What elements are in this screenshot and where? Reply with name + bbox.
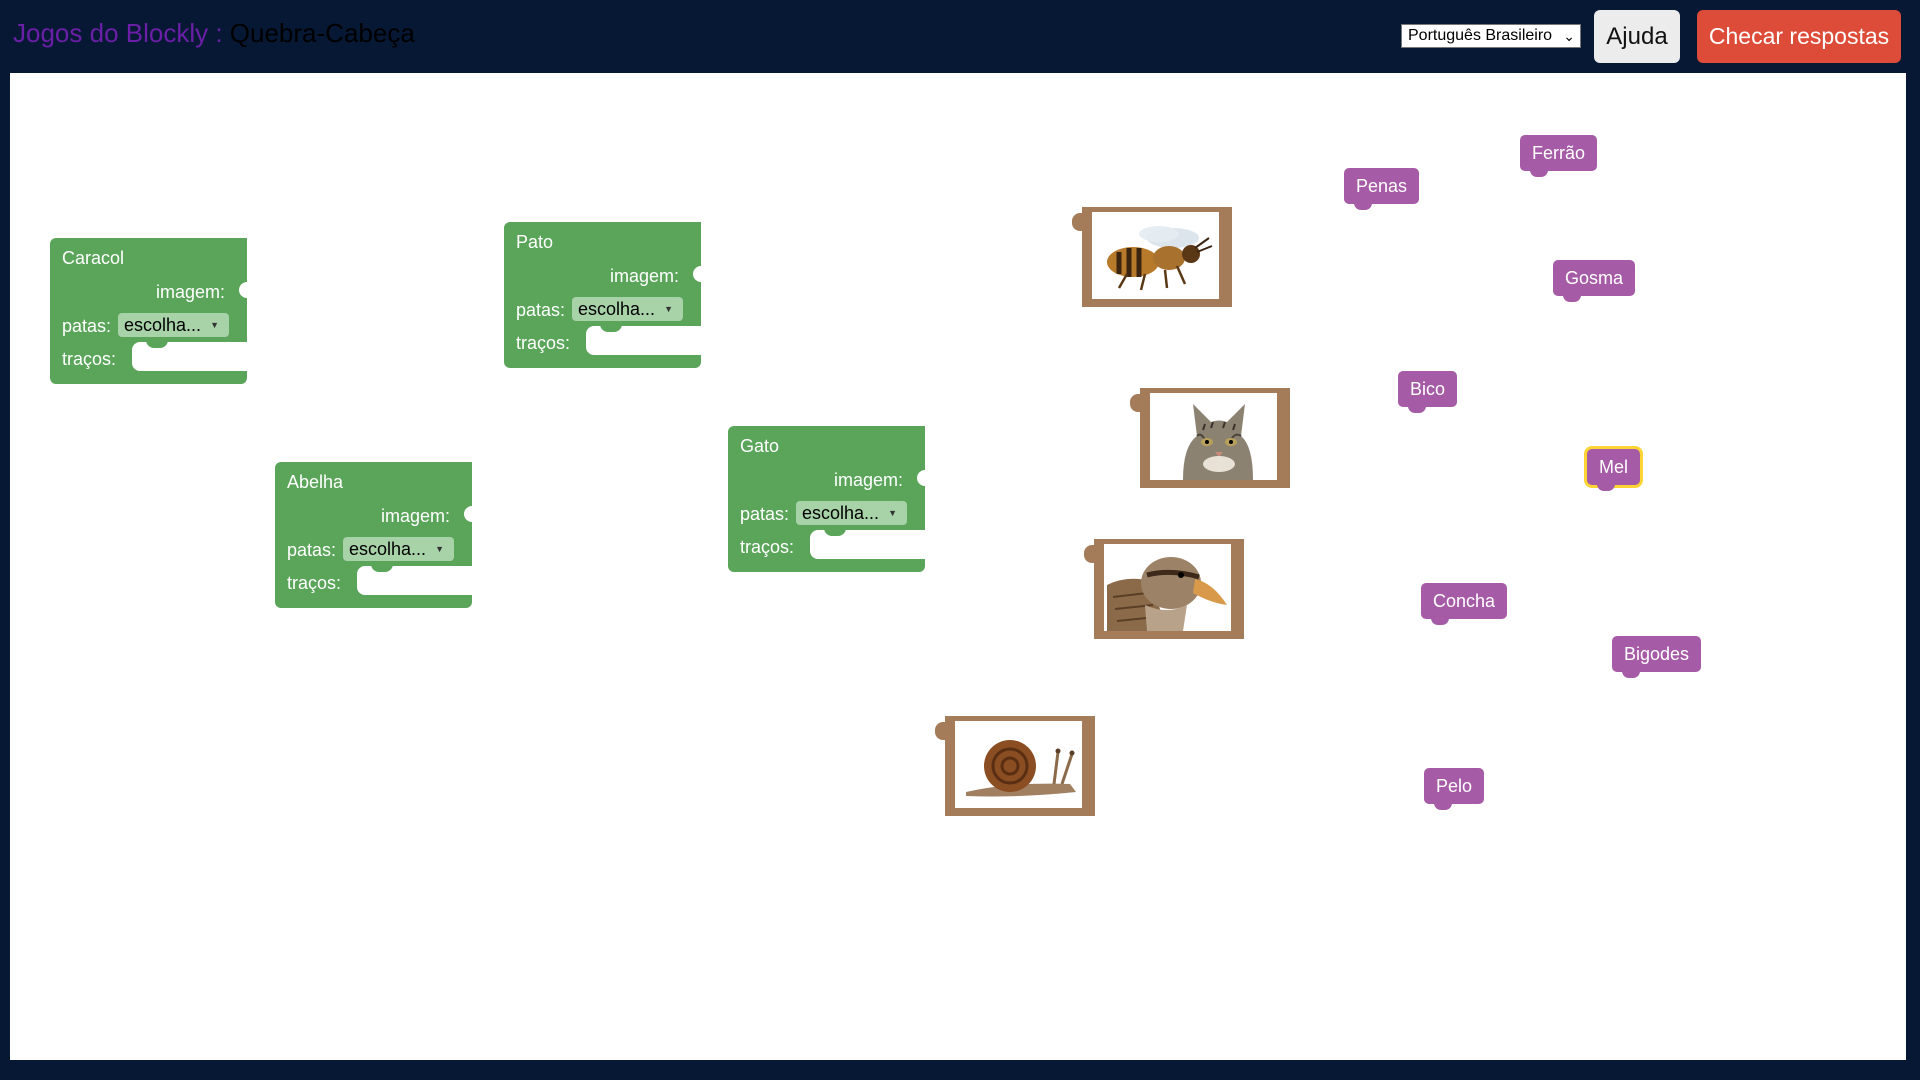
trait-block-pelo[interactable]: Pelo [1424,768,1485,810]
chevron-down-icon: ⌄ [1563,28,1575,44]
traits-label: traços: [516,333,571,353]
trait-block-ferrao[interactable]: Ferrão [1520,135,1598,177]
traits-label: traços: [740,537,795,557]
image-input-label: imagem: [380,506,450,526]
legs-label: patas: [287,540,337,560]
traits-statement-slot[interactable] [810,528,925,559]
title-separator: : [208,18,230,48]
bee-photo [1092,212,1219,299]
traits-statement-slot[interactable] [132,340,247,371]
duck-photo [1104,544,1231,631]
image-input-label: imagem: [155,282,225,302]
animal-block-caracol[interactable]: Caracol imagem: patas: escolha... ▼ traço… [50,238,249,384]
legs-dropdown[interactable]: escolha... ▼ [343,537,454,561]
trait-block-gosma[interactable]: Gosma [1553,260,1636,302]
image-block-connector [935,722,947,740]
blockly-workspace[interactable]: Caracol imagem: patas: escolha... ▼ traço… [10,73,1906,1060]
traits-statement-slot[interactable] [357,564,472,595]
dropdown-arrow-icon: ▼ [210,320,219,330]
image-input-socket[interactable] [464,506,474,522]
header-bar: Jogos do Blockly : Quebra-Cabeça Portugu… [0,0,1920,72]
dropdown-arrow-icon: ▼ [435,544,444,554]
trait-block-bico[interactable]: Bico [1398,371,1458,413]
animal-block-abelha[interactable]: Abelha imagem: patas: escolha... ▼ traços… [275,462,474,608]
legs-label: patas: [740,504,790,524]
image-block-duck[interactable] [1084,539,1244,639]
legs-dropdown[interactable]: escolha... ▼ [796,501,907,525]
image-input-socket[interactable] [693,266,703,282]
image-block-connector [1072,213,1084,231]
legs-dropdown[interactable]: escolha... ▼ [572,297,683,321]
dropdown-arrow-icon: ▼ [888,508,897,518]
help-button[interactable]: Ajuda [1594,10,1680,63]
legs-dropdown-value: escolha... [578,299,656,319]
dropdown-arrow-icon: ▼ [664,304,673,314]
animal-block-gato[interactable]: Gato imagem: patas: escolha... ▼ traços: [728,426,927,572]
page-title: Jogos do Blockly : Quebra-Cabeça [13,18,415,49]
language-select[interactable]: Português Brasileiro ⌄ [1401,24,1581,48]
legs-label: patas: [62,316,112,336]
image-input-label: imagem: [833,470,903,490]
traits-label: traços: [287,573,342,593]
language-select-value: Português Brasileiro [1408,27,1553,44]
animal-block-name: Pato [516,232,554,252]
legs-dropdown[interactable]: escolha... ▼ [118,313,229,337]
check-answers-button[interactable]: Checar respostas [1697,10,1901,63]
cat-photo [1150,393,1277,480]
trait-block-mel[interactable]: Mel [1587,449,1641,491]
image-block-bee[interactable] [1072,207,1232,307]
trait-block-penas[interactable]: Penas [1344,168,1420,210]
animal-block-pato[interactable]: Pato imagem: patas: escolha... ▼ traços: [504,222,703,368]
app-name-link[interactable]: Jogos do Blockly [13,18,208,48]
legs-label: patas: [516,300,566,320]
image-block-cat[interactable] [1130,388,1290,488]
image-input-label: imagem: [609,266,679,286]
image-block-connector [1084,545,1096,563]
legs-dropdown-value: escolha... [124,315,202,335]
trait-block-bigodes[interactable]: Bigodes [1612,636,1702,678]
trait-block-concha[interactable]: Concha [1421,583,1508,625]
animal-block-name: Gato [740,436,780,456]
image-block-snail[interactable] [935,716,1095,816]
traits-label: traços: [62,349,117,369]
image-input-socket[interactable] [239,282,249,298]
animal-block-name: Abelha [287,472,344,492]
animal-block-name: Caracol [62,248,125,268]
image-input-socket[interactable] [917,470,927,486]
legs-dropdown-value: escolha... [349,539,427,559]
image-block-connector [1130,394,1142,412]
legs-dropdown-value: escolha... [802,503,880,523]
page-name: Quebra-Cabeça [229,18,415,48]
snail-photo [955,721,1082,808]
traits-statement-slot[interactable] [586,324,701,355]
